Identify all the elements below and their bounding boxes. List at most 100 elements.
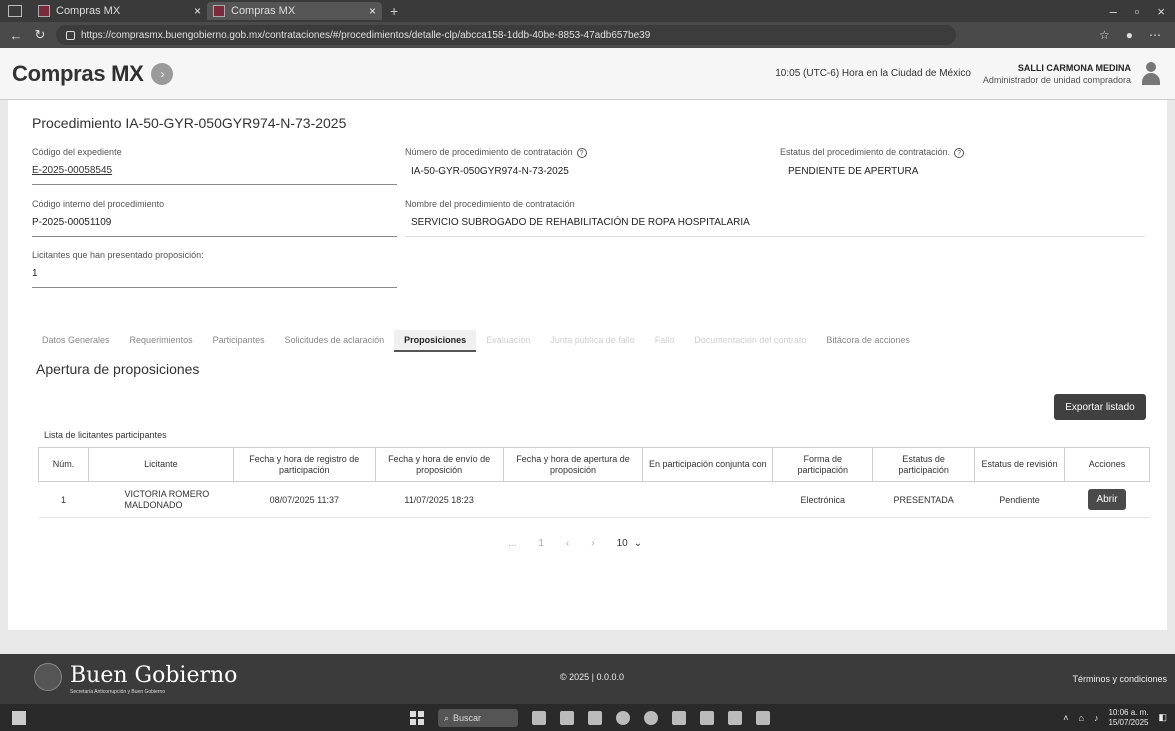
info-icon[interactable]: › [151, 62, 174, 85]
url-field[interactable]: https://comprasmx.buengobierno.gob.mx/co… [56, 25, 956, 45]
address-bar-actions: ☆ ● ⋯ [1099, 28, 1161, 42]
browser-tab-bar: Compras MX × Compras MX × + – ▫ × [0, 0, 1175, 22]
browser-tab-2[interactable]: Compras MX × [207, 2, 382, 20]
column-header[interactable]: Núm. [38, 447, 89, 482]
profile-icon[interactable]: ● [1126, 28, 1133, 42]
column-header[interactable]: Fecha y hora de registro de participació… [232, 447, 376, 482]
expediente-link[interactable]: E-2025-00058545 [32, 165, 397, 176]
footer-brand-subtitle: Secretaría Anticorrupción y Buen Gobiern… [70, 689, 166, 695]
column-header[interactable]: Forma de participación [772, 447, 874, 482]
open-button[interactable]: Abrir [1088, 489, 1126, 510]
terms-link[interactable]: Términos y condiciones [1072, 674, 1167, 684]
table-row: 1 VICTORIA ROMERO MALDONADO 08/07/2025 1… [38, 481, 1150, 518]
maximize-icon[interactable]: ▫ [1135, 4, 1140, 19]
system-tray: ˄ ⌂ ♪ 10:06 a. m. 15/07/2025 ◧ [1063, 708, 1167, 728]
field-label-text: Número de procedimiento de contratación [405, 147, 573, 157]
excel-icon[interactable] [728, 711, 742, 725]
section-title: Apertura de proposiciones [36, 361, 200, 377]
cell-licitante: VICTORIA ROMERO MALDONADO [88, 481, 234, 518]
export-list-button[interactable]: Exportar listado [1054, 394, 1146, 420]
column-header[interactable]: Estatus de revisión [974, 447, 1066, 482]
table-header-row: Núm. Licitante Fecha y hora de registro … [38, 447, 1150, 482]
reload-icon[interactable]: ↻ [32, 27, 48, 43]
store-icon[interactable] [588, 711, 602, 725]
back-icon[interactable]: ← [8, 28, 24, 43]
close-window-icon[interactable]: × [1157, 4, 1165, 19]
tab-proposiciones[interactable]: Proposiciones [394, 330, 477, 352]
numero-procedimiento-field: Número de procedimiento de contratación?… [405, 147, 770, 177]
widgets-icon[interactable] [12, 710, 26, 725]
column-header[interactable]: En participación conjunta con [642, 447, 774, 482]
site-info-icon[interactable] [66, 30, 75, 40]
column-header[interactable]: Estatus de participación [872, 447, 976, 482]
column-header[interactable]: Fecha y hora de apertura de proposición [502, 447, 644, 482]
file-explorer-icon[interactable] [560, 711, 574, 725]
help-icon[interactable]: ? [576, 148, 587, 158]
user-avatar-icon[interactable] [1141, 61, 1161, 86]
field-underline [32, 236, 397, 237]
star-icon[interactable]: ☆ [1099, 28, 1110, 42]
column-header[interactable]: Licitante [87, 447, 234, 482]
tab-evaluacion[interactable]: Evaluación [476, 330, 540, 352]
word-icon[interactable] [756, 711, 770, 725]
taskbar-clock[interactable]: 10:06 a. m. 15/07/2025 [1108, 708, 1148, 728]
tab-datos-generales[interactable]: Datos Generales [32, 330, 120, 352]
tab-requerimientos[interactable]: Requerimientos [120, 330, 203, 352]
mail-icon[interactable] [672, 711, 686, 725]
column-header[interactable]: Fecha y hora de envío de proposición [374, 447, 504, 482]
pagination-ellipsis[interactable]: ... [508, 538, 516, 549]
server-clock: 10:05 (UTC-6) Hora en la Ciudad de Méxic… [775, 68, 971, 79]
list-label: Lista de licitantes participantes [44, 430, 167, 440]
tab-documentacion-contrato[interactable]: Documentación del contrato [684, 330, 816, 352]
cell-apertura [503, 481, 643, 518]
estatus-procedimiento-field: Estatus del procedimiento de contratació… [780, 147, 1145, 177]
chrome-browser-icon[interactable] [644, 711, 658, 725]
chevron-up-icon[interactable]: ˄ [1063, 713, 1068, 723]
pagination-current[interactable]: 1 [538, 538, 544, 549]
browser-tab-title: Compras MX [231, 5, 296, 17]
page-size-select[interactable]: 10 ⌄ [617, 538, 643, 549]
field-value: P-2025-00051109 [32, 217, 112, 228]
more-icon[interactable]: ⋯ [1149, 28, 1161, 42]
close-tab-icon[interactable]: × [194, 4, 201, 18]
next-page-icon[interactable]: › [591, 538, 594, 549]
notification-icon[interactable]: ◧ [1158, 712, 1167, 723]
windows-start-icon[interactable] [410, 711, 424, 725]
browser-tab-1[interactable]: Compras MX × [32, 2, 207, 20]
url-text: https://comprasmx.buengobierno.gob.mx/co… [81, 29, 651, 41]
window-menu-icon[interactable] [8, 5, 22, 17]
field-label-text: Estatus del procedimiento de contratació… [780, 147, 951, 157]
help-icon[interactable]: ? [954, 148, 965, 158]
nombre-procedimiento-field: Nombre del procedimiento de contratación… [405, 199, 1145, 237]
tab-fallo[interactable]: Fallo [645, 330, 685, 352]
logo-text: Compras [12, 60, 106, 86]
tab-bitacora[interactable]: Bitácora de acciones [816, 330, 920, 352]
taskbar-time: 10:06 a. m. [1108, 707, 1149, 717]
page-title: Procedimiento IA-50-GYR-050GYR974-N-73-2… [32, 115, 347, 131]
taskbar-date: 15/07/2025 [1108, 717, 1149, 727]
app-logo[interactable]: Compras MX [12, 60, 144, 87]
edge-browser-icon[interactable] [616, 711, 630, 725]
cell-forma: Electrónica [772, 481, 873, 518]
app-icon[interactable] [532, 711, 546, 725]
procedure-tabs: Datos Generales Requerimientos Participa… [32, 330, 920, 352]
minimize-icon[interactable]: – [1110, 4, 1117, 19]
field-label: Código interno del procedimiento [32, 199, 165, 209]
powerpoint-icon[interactable] [700, 711, 714, 725]
pagination: ... 1 ‹ › 10 ⌄ [508, 538, 642, 549]
licitantes-count-field: Licitantes que han presentado proposició… [32, 250, 397, 288]
taskbar-search[interactable]: ⌕ Buscar [438, 709, 518, 727]
volume-icon[interactable]: ♪ [1094, 713, 1099, 723]
prev-page-icon[interactable]: ‹ [566, 538, 569, 549]
new-tab-icon[interactable]: + [390, 3, 398, 19]
tab-solicitudes-aclaracion[interactable]: Solicitudes de aclaración [275, 330, 395, 352]
page-size-value: 10 [616, 538, 628, 549]
footer-copyright: © 2025 | 0.0.0.0 [560, 672, 625, 682]
close-tab-icon[interactable]: × [369, 4, 376, 18]
cell-envio: 11/07/2025 18:23 [375, 481, 504, 518]
network-icon[interactable]: ⌂ [1079, 713, 1084, 723]
field-label: Estatus del procedimiento de contratació… [780, 147, 1145, 158]
tab-participantes[interactable]: Participantes [203, 330, 275, 352]
taskbar-search-label: Buscar [453, 713, 482, 723]
tab-junta-fallo[interactable]: Junta pública de fallo [540, 330, 645, 352]
